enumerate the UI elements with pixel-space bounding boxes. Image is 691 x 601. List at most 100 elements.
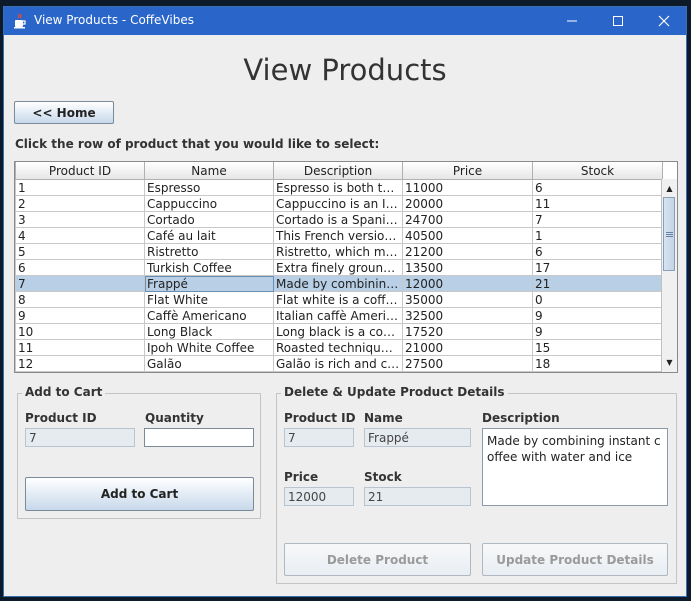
table-row[interactable]: 5 Ristretto Ristretto, which mea... 21200 6 <box>15 243 663 260</box>
scroll-thumb[interactable] <box>663 197 675 271</box>
details-stock-label: Stock <box>364 470 402 484</box>
details-description-label: Description <box>482 411 560 425</box>
cell-name[interactable]: Galão <box>144 355 274 372</box>
cell-product-id[interactable]: 5 <box>15 243 145 260</box>
cell-price[interactable]: 40500 <box>402 227 533 244</box>
scroll-up-arrow[interactable]: ▲ <box>662 181 677 196</box>
add-to-cart-button[interactable]: Add to Cart <box>25 477 254 511</box>
cell-name[interactable]: Ipoh White Coffee <box>144 339 274 356</box>
column-header-product-id[interactable]: Product ID <box>15 162 145 180</box>
cell-name[interactable]: Café au lait <box>144 227 274 244</box>
cell-name[interactable]: Flat White <box>144 291 274 308</box>
cell-name[interactable]: Frappé <box>144 275 274 292</box>
table-row[interactable]: 4 Café au lait This French version ... 4050… <box>15 227 663 244</box>
cell-stock[interactable]: 6 <box>532 243 663 260</box>
cell-description[interactable]: Espresso is both the ... <box>273 179 403 196</box>
maximize-button[interactable] <box>595 7 641 35</box>
close-button[interactable] <box>641 7 686 35</box>
cell-product-id[interactable]: 7 <box>15 275 145 292</box>
cell-description[interactable]: Long black is a coffe... <box>273 323 403 340</box>
cell-description[interactable]: This French version ... <box>273 227 403 244</box>
cell-name[interactable]: Turkish Coffee <box>144 259 274 276</box>
cell-product-id[interactable]: 12 <box>15 355 145 372</box>
cell-product-id[interactable]: 9 <box>15 307 145 324</box>
table-row[interactable]: 6Turkish CoffeeExtra finely ground ro...… <box>15 259 663 276</box>
cell-price[interactable]: 21000 <box>402 339 533 356</box>
cell-product-id[interactable]: 3 <box>15 211 145 228</box>
title-bar[interactable]: View Products - CoffeVibes <box>4 7 686 35</box>
minimize-button[interactable] <box>549 7 595 35</box>
cell-price[interactable]: 20000 <box>402 195 533 212</box>
details-name-field[interactable]: Frappé <box>364 428 471 447</box>
cell-price[interactable]: 24700 <box>402 211 533 228</box>
details-stock-field[interactable]: 21 <box>364 487 471 506</box>
cell-description[interactable]: Extra finely ground ro... <box>273 259 403 276</box>
update-product-details-button[interactable]: Update Product Details <box>482 543 668 576</box>
table-row[interactable]: 9Caffè AmericanoItalian caffè American..… <box>15 307 663 324</box>
cell-price[interactable]: 11000 <box>402 179 533 196</box>
cell-description[interactable]: Made by combining i... <box>273 275 403 292</box>
delete-product-button[interactable]: Delete Product <box>284 543 471 576</box>
cell-stock[interactable]: 0 <box>532 291 663 308</box>
cell-stock[interactable]: 21 <box>532 275 663 292</box>
cell-price[interactable]: 17520 <box>402 323 533 340</box>
cell-price[interactable]: 13500 <box>402 259 533 276</box>
home-button[interactable]: << Home <box>14 101 114 124</box>
table-scrollbar[interactable]: ▲ ▼ <box>661 179 677 372</box>
details-description-field[interactable]: Made by combining instant coffee with wa… <box>482 428 668 506</box>
add-to-cart-title: Add to Cart <box>22 385 106 399</box>
cell-product-id[interactable]: 1 <box>15 179 145 196</box>
cell-stock[interactable]: 18 <box>532 355 663 372</box>
cell-description[interactable]: Cortado is a Spanish... <box>273 211 403 228</box>
cell-stock[interactable]: 6 <box>532 179 663 196</box>
cell-stock[interactable]: 7 <box>532 211 663 228</box>
details-price-label: Price <box>284 470 319 484</box>
cell-stock[interactable]: 17 <box>532 259 663 276</box>
cell-price[interactable]: 35000 <box>402 291 533 308</box>
cell-name[interactable]: Caffè Americano <box>144 307 274 324</box>
cell-product-id[interactable]: 4 <box>15 227 145 244</box>
cell-product-id[interactable]: 10 <box>15 323 145 340</box>
cell-stock[interactable]: 1 <box>532 227 663 244</box>
column-header-price[interactable]: Price <box>402 162 533 180</box>
cell-name[interactable]: Cappuccino <box>144 195 274 212</box>
table-row[interactable]: 11 Ipoh White Coffee Roasted technique in.… <box>15 339 663 356</box>
cell-price[interactable]: 27500 <box>402 355 533 372</box>
cell-stock[interactable]: 11 <box>532 195 663 212</box>
scroll-down-arrow[interactable]: ▼ <box>662 355 677 370</box>
cell-description[interactable]: Cappuccino is an Ital... <box>273 195 403 212</box>
table-row[interactable]: 2 Cappuccino Cappuccino is an Ital... 20000… <box>15 195 663 212</box>
table-row[interactable]: 10 Long Black Long black is a coffe... 1752… <box>15 323 663 340</box>
table-row[interactable]: 7 Frappé Made by combining i... 12000 21 <box>15 275 663 292</box>
cell-product-id[interactable]: 6 <box>15 259 145 276</box>
page-title: View Products <box>243 53 447 87</box>
table-row[interactable]: 8 Flat White Flat white is a coffee ... 350… <box>15 291 663 308</box>
cell-stock[interactable]: 9 <box>532 307 663 324</box>
cell-name[interactable]: Long Black <box>144 323 274 340</box>
table-row[interactable]: 1 Espresso Espresso is both the ... 11000 6 <box>15 179 663 196</box>
cell-product-id[interactable]: 8 <box>15 291 145 308</box>
cell-stock[interactable]: 15 <box>532 339 663 356</box>
cell-name[interactable]: Ristretto <box>144 243 274 260</box>
cell-price[interactable]: 32500 <box>402 307 533 324</box>
cell-price[interactable]: 12000 <box>402 275 533 292</box>
table-row[interactable]: 12 Galão Galão is rich and cre... 27500 18 <box>15 355 663 372</box>
column-header-stock[interactable]: Stock <box>532 162 663 180</box>
cell-description[interactable]: Galão is rich and cre... <box>273 355 403 372</box>
table-row[interactable]: 3 Cortado Cortado is a Spanish... 24700 7 <box>15 211 663 228</box>
cell-stock[interactable]: 9 <box>532 323 663 340</box>
column-header-description[interactable]: Description <box>273 162 403 180</box>
cell-name[interactable]: Espresso <box>144 179 274 196</box>
details-price-field[interactable]: 12000 <box>284 487 354 506</box>
cell-description[interactable]: Italian caffè American... <box>273 307 403 324</box>
cell-description[interactable]: Roasted technique in... <box>273 339 403 356</box>
cell-price[interactable]: 21200 <box>402 243 533 260</box>
cart-product-id-label: Product ID <box>25 411 97 425</box>
cell-name[interactable]: Cortado <box>144 211 274 228</box>
column-header-name[interactable]: Name <box>144 162 274 180</box>
quantity-field[interactable] <box>144 428 254 447</box>
cell-product-id[interactable]: 2 <box>15 195 145 212</box>
cell-description[interactable]: Ristretto, which mea... <box>273 243 403 260</box>
cell-product-id[interactable]: 11 <box>15 339 145 356</box>
cell-description[interactable]: Flat white is a coffee ... <box>273 291 403 308</box>
